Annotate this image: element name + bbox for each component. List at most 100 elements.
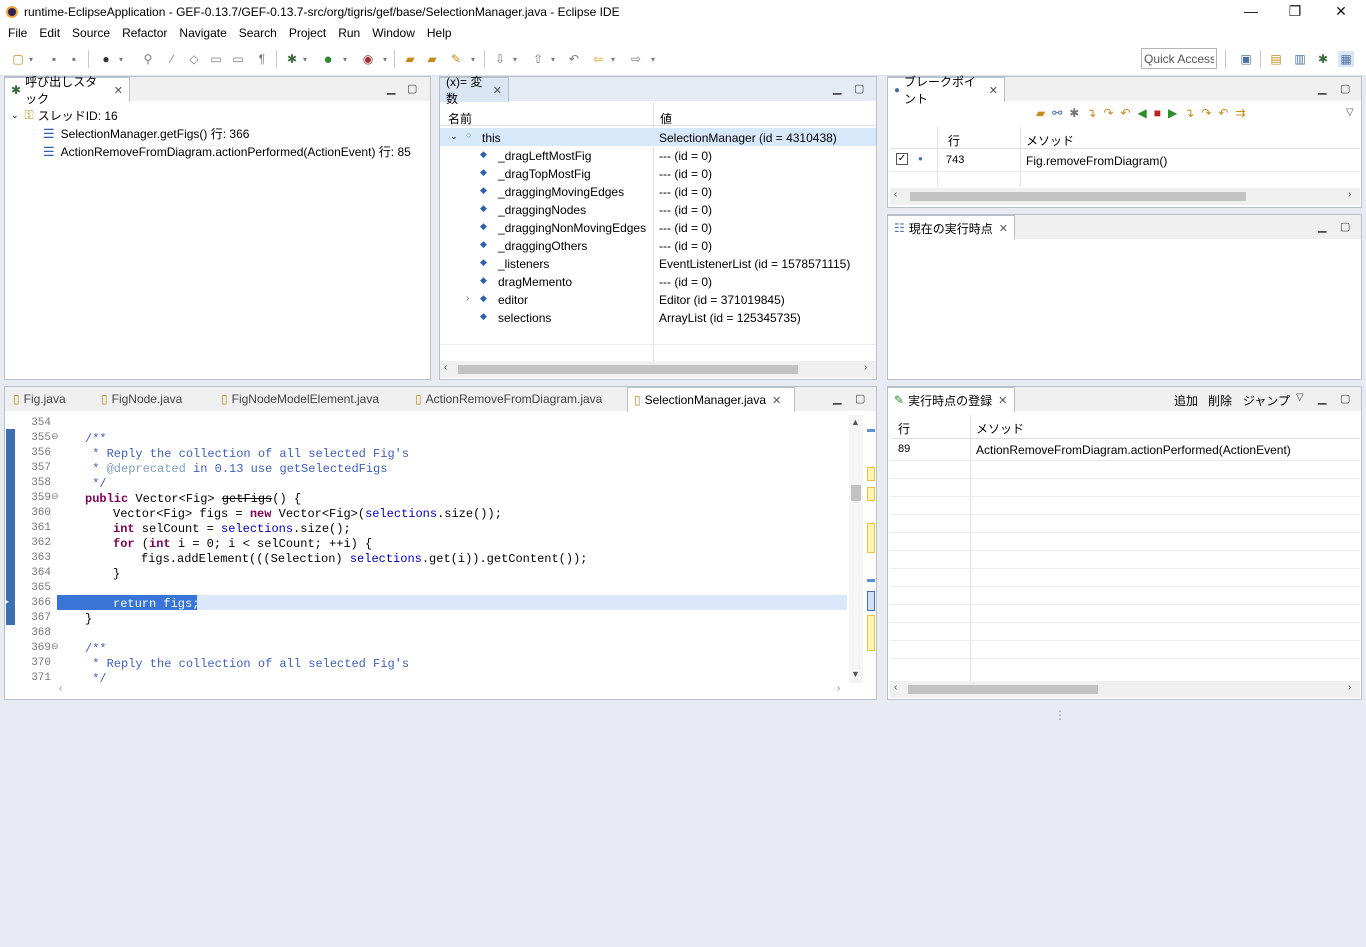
menu-edit[interactable]: Edit [39, 26, 60, 40]
scroll-left-icon[interactable]: ‹ [59, 683, 62, 694]
dropdown-icon[interactable]: ▾ [468, 51, 478, 67]
variable-value[interactable]: --- (id = 0) [659, 203, 712, 217]
scrollbar-thumb[interactable] [851, 485, 861, 501]
tab-breakpoints[interactable]: ● ブレークポイント ✕ [887, 75, 1005, 106]
fold-icon[interactable]: ⊖ [51, 642, 59, 652]
tab-fignode-java[interactable]: ▯ FigNode.java [95, 387, 188, 411]
dropdown-icon[interactable]: ▾ [340, 51, 350, 67]
add-button[interactable]: 追加 [1174, 392, 1198, 409]
dropdown-icon[interactable]: ▾ [608, 51, 618, 67]
scroll-down-icon[interactable]: ▼ [851, 669, 860, 679]
view-menu-icon[interactable]: ▽ [1296, 392, 1304, 403]
minimize-icon[interactable]: ▁ [833, 82, 841, 95]
new-icon[interactable]: ▢ [10, 51, 26, 67]
dropdown-icon[interactable]: ▾ [380, 51, 390, 67]
menu-refactor[interactable]: Refactor [122, 26, 167, 40]
minimize-icon[interactable]: ▁ [387, 82, 395, 95]
variable-value[interactable]: ArrayList (id = 125345735) [659, 311, 801, 325]
variable-value[interactable]: --- (id = 0) [659, 185, 712, 199]
debug-icon[interactable]: ✱ [284, 51, 300, 67]
more-icon[interactable]: ⇉ [1235, 106, 1252, 120]
variable-value[interactable]: --- (id = 0) [659, 149, 712, 163]
dropdown-icon[interactable]: ▾ [26, 51, 36, 67]
chevron-right-icon[interactable]: › [466, 293, 469, 304]
breakpoint-method[interactable]: Fig.removeFromDiagram() [1026, 154, 1167, 168]
menu-source[interactable]: Source [72, 26, 110, 40]
back-icon[interactable]: ⇦ [590, 51, 606, 67]
menu-project[interactable]: Project [289, 26, 326, 40]
tab-actionremovefromdiagram-java[interactable]: ▯ ActionRemoveFromDiagram.java [409, 387, 608, 411]
scroll-left-icon[interactable]: ‹ [894, 189, 897, 200]
custom-perspective-icon[interactable]: ▦ [1338, 51, 1354, 67]
java-perspective-icon[interactable]: ▤ [1268, 51, 1284, 67]
link-icon[interactable]: ⚯ [1052, 106, 1069, 120]
external-tools-icon[interactable]: ◉ [360, 51, 376, 67]
close-icon[interactable]: ✕ [493, 84, 502, 97]
play-icon[interactable]: ▶ [1168, 106, 1184, 120]
menu-run[interactable]: Run [338, 26, 360, 40]
variable-value[interactable]: --- (id = 0) [659, 167, 712, 181]
variable-value[interactable]: --- (id = 0) [659, 275, 712, 289]
dropdown-icon[interactable]: ▾ [510, 51, 520, 67]
tab-callstack[interactable]: ✱ 呼び出しスタック ✕ [4, 75, 130, 106]
next-annotation-icon[interactable]: ⇩ [492, 51, 508, 67]
scrollbar-thumb[interactable] [458, 365, 798, 374]
variable-name[interactable]: _draggingNonMovingEdges [498, 221, 646, 235]
drop-frame-icon[interactable]: ↷ [1201, 106, 1218, 120]
open-folder-icon[interactable]: ▰ [1036, 106, 1052, 120]
tab-fignodemodelelement-java[interactable]: ▯ FigNodeModelElement.java [215, 387, 385, 411]
delete-button[interactable]: 削除 [1208, 392, 1232, 409]
dropdown-icon[interactable]: ▾ [300, 51, 310, 67]
step-over-icon[interactable]: ↷ [1103, 106, 1120, 120]
stack-frame[interactable]: ☰ ActionRemoveFromDiagram.actionPerforme… [43, 143, 411, 160]
variable-name[interactable]: this [482, 131, 501, 145]
maximize-icon[interactable]: ▢ [854, 82, 864, 95]
minimize-icon[interactable]: ▁ [1318, 82, 1326, 95]
code-area[interactable]: 354 355 ⊖ 356 357 358 359 ⊖ 360 361 362 … [5, 387, 876, 947]
variable-name[interactable]: editor [498, 293, 528, 307]
chevron-down-icon[interactable]: ⌄ [450, 131, 458, 142]
restore-button[interactable]: ❐ [1272, 0, 1318, 24]
variable-value[interactable]: EventListenerList (id = 1578571115) [659, 257, 850, 271]
variable-name[interactable]: _draggingNodes [498, 203, 586, 217]
variable-value[interactable]: --- (id = 0) [659, 221, 712, 235]
registry-method[interactable]: ActionRemoveFromDiagram.actionPerformed(… [976, 443, 1291, 457]
vertical-scrollbar[interactable]: ▲ ▼ [849, 415, 863, 683]
suspend-icon[interactable]: ◇ [186, 51, 202, 67]
tab-registry[interactable]: ✎ 実行時点の登録 ✕ [887, 387, 1015, 412]
close-icon[interactable]: ✕ [114, 84, 123, 97]
maximize-icon[interactable]: ▢ [855, 392, 865, 405]
scroll-up-icon[interactable]: ▲ [851, 417, 860, 427]
variable-name[interactable]: _dragTopMostFig [498, 167, 591, 181]
variable-name[interactable]: selections [498, 311, 551, 325]
tab-variables[interactable]: (x)= 変数 ✕ [439, 75, 509, 106]
tab-current-point[interactable]: ☷ 現在の実行時点 ✕ [887, 215, 1015, 240]
debug-perspective-icon[interactable]: ✱ [1315, 51, 1331, 67]
gear-icon[interactable]: ✱ [1069, 106, 1086, 120]
step-return-icon[interactable]: ¶ [254, 51, 270, 67]
horizontal-scrollbar[interactable]: ‹ › [440, 361, 876, 378]
tab-fig-java[interactable]: ▯ Fig.java [7, 387, 72, 411]
variable-value[interactable]: SelectionManager (id = 4310438) [659, 131, 837, 145]
variable-name[interactable]: _listeners [498, 257, 549, 271]
registry-line[interactable]: 89 [898, 443, 910, 455]
open-type-icon[interactable]: ▰ [402, 51, 418, 67]
overview-ruler[interactable] [865, 415, 877, 683]
column-header-method[interactable]: メソッド [976, 420, 1024, 437]
resume-icon[interactable]: ⁄ [164, 51, 180, 67]
back-icon[interactable]: ◀ [1138, 106, 1154, 120]
close-icon[interactable]: ✕ [772, 394, 781, 407]
dropdown-icon[interactable]: ▾ [548, 51, 558, 67]
close-icon[interactable]: ✕ [998, 394, 1007, 407]
save-all-icon[interactable]: ▪ [66, 51, 82, 67]
forward-icon[interactable]: ⇨ [628, 51, 644, 67]
java-browsing-icon[interactable]: ▥ [1292, 51, 1308, 67]
scrollbar-thumb[interactable] [908, 685, 1098, 694]
variable-name[interactable]: dragMemento [498, 275, 572, 289]
horizontal-scrollbar[interactable]: ‹ › [890, 188, 1360, 205]
column-header-line[interactable]: 行 [898, 420, 910, 437]
minimize-icon[interactable]: ▁ [1318, 392, 1326, 405]
variable-name[interactable]: _draggingOthers [498, 239, 587, 253]
tab-selectionmanager-java[interactable]: ▯ SelectionManager.java ✕ [627, 387, 795, 412]
step-into-icon[interactable]: ↴ [1086, 106, 1103, 120]
